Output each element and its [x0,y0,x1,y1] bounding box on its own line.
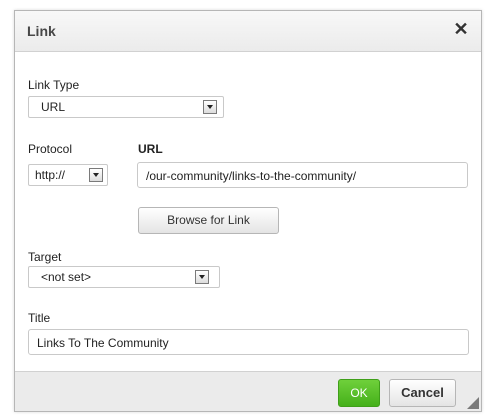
title-label: Title [28,311,51,325]
url-value: /our-community/links-to-the-community/ [146,169,357,183]
dropdown-arrow-icon [89,168,103,182]
browse-for-link-button[interactable]: Browse for Link [138,207,279,234]
title-input[interactable]: Links To The Community [28,329,469,355]
target-label: Target [28,250,62,264]
dialog-footer: OK Cancel [15,371,481,411]
target-value: <not set> [41,270,92,284]
title-value: Links To The Community [37,336,169,350]
link-dialog: Link ✕ Link Type URL Protocol http:// UR… [14,10,482,412]
dropdown-arrow-icon [203,100,217,114]
url-input[interactable]: /our-community/links-to-the-community/ [137,162,468,188]
dropdown-arrow-icon [195,270,209,284]
protocol-select[interactable]: http:// [28,164,108,186]
protocol-label: Protocol [28,142,73,156]
resize-handle-icon[interactable] [467,397,479,409]
target-select[interactable]: <not set> [28,266,220,288]
link-type-select[interactable]: URL [28,96,224,118]
protocol-value: http:// [35,168,66,182]
link-type-label: Link Type [28,78,80,92]
url-label: URL [138,142,163,156]
dialog-title: Link [27,23,56,39]
close-icon[interactable]: ✕ [451,19,471,39]
cancel-button[interactable]: Cancel [389,379,456,407]
dialog-titlebar[interactable]: Link ✕ [15,11,481,52]
ok-button[interactable]: OK [338,379,380,407]
link-type-value: URL [41,100,66,114]
